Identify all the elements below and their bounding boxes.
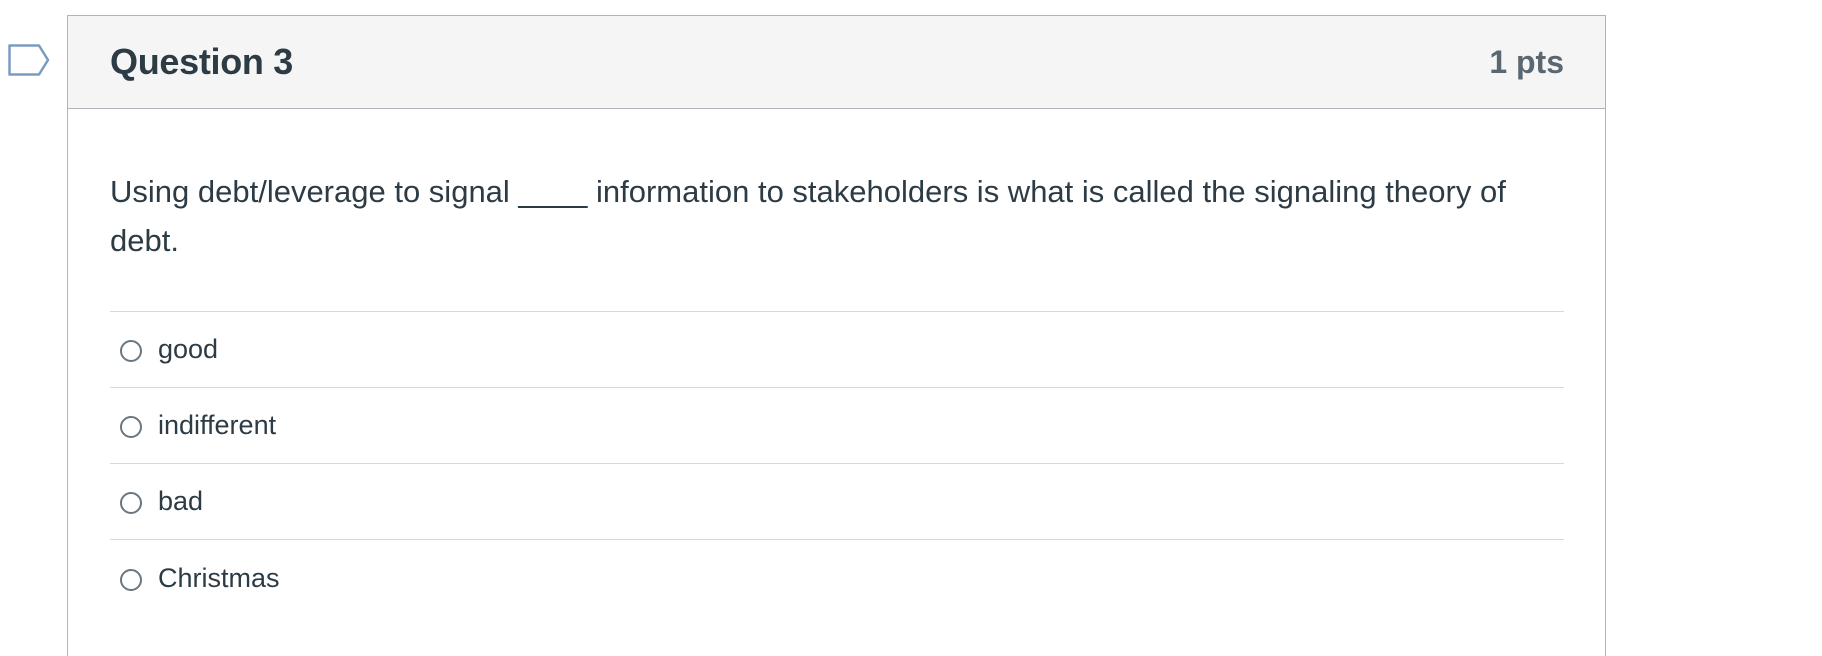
- answer-label[interactable]: Christmas: [158, 563, 280, 594]
- answer-label[interactable]: good: [158, 334, 218, 365]
- answer-label[interactable]: bad: [158, 486, 203, 517]
- question-card: Question 3 1 pts Using debt/leverage to …: [67, 15, 1606, 656]
- question-text: Using debt/leverage to signal ____ infor…: [110, 174, 1506, 258]
- answer-option-good[interactable]: good: [110, 312, 1564, 388]
- radio-button[interactable]: [120, 416, 142, 438]
- question-points: 1 pts: [1489, 43, 1564, 80]
- question-body: Using debt/leverage to signal ____ infor…: [68, 109, 1605, 616]
- answer-list: good indifferent bad Christmas: [110, 311, 1564, 616]
- radio-button[interactable]: [120, 568, 142, 591]
- quiz-page: Question 3 1 pts Using debt/leverage to …: [0, 0, 1822, 656]
- flag-question-icon[interactable]: [8, 44, 50, 76]
- radio-button[interactable]: [120, 340, 142, 362]
- answer-option-bad[interactable]: bad: [110, 464, 1564, 540]
- radio-button[interactable]: [120, 492, 142, 514]
- question-header: Question 3 1 pts: [68, 16, 1605, 109]
- answer-option-indifferent[interactable]: indifferent: [110, 388, 1564, 464]
- question-title: Question 3: [110, 41, 294, 82]
- answer-option-christmas[interactable]: Christmas: [110, 540, 1564, 616]
- answer-label[interactable]: indifferent: [158, 410, 276, 441]
